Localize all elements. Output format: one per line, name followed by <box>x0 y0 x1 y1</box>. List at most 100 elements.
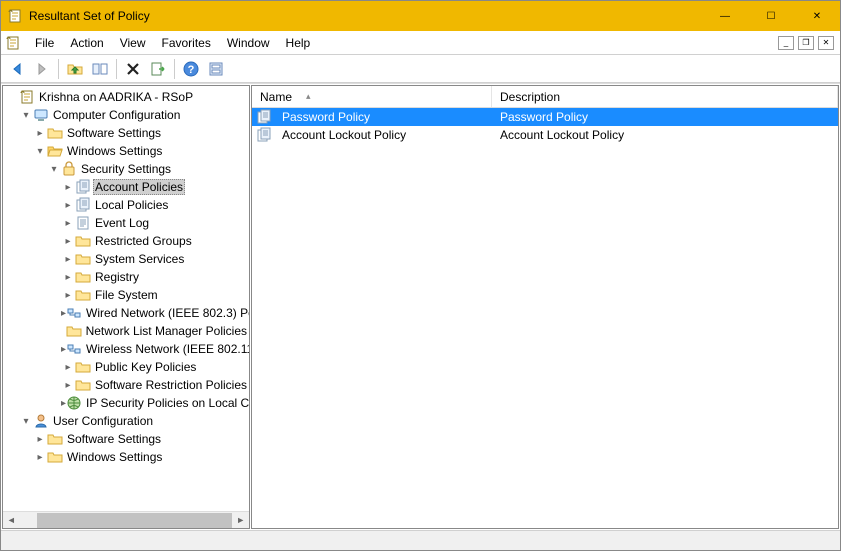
tree-windows-settings[interactable]: ▾ Windows Settings <box>5 142 249 160</box>
tree-computer-configuration[interactable]: ▾ Computer Configuration <box>5 106 249 124</box>
column-label: Description <box>500 90 560 104</box>
tree-ip-security[interactable]: ▸ IP Security Policies on Local Computer <box>5 394 249 412</box>
tree-wired-network[interactable]: ▸ Wired Network (IEEE 802.3) Policies <box>5 304 249 322</box>
tree-label: User Configuration <box>51 414 155 428</box>
tree-network-list-manager[interactable]: Network List Manager Policies <box>5 322 249 340</box>
tree-public-key-policies[interactable]: ▸ Public Key Policies <box>5 358 249 376</box>
tree-label: Windows Settings <box>65 450 164 464</box>
tree-user-configuration[interactable]: ▾ User Configuration <box>5 412 249 430</box>
toolbar-sep <box>58 59 59 79</box>
computer-icon <box>33 107 49 123</box>
folder-icon <box>75 233 91 249</box>
tree-label: Wireless Network (IEEE 802.11) Policies <box>84 342 250 356</box>
twisty-icon[interactable]: ▸ <box>61 272 75 283</box>
policy-icon <box>256 109 272 125</box>
toolbar-sep <box>174 59 175 79</box>
nav-back-button[interactable] <box>5 57 29 81</box>
folder-icon <box>47 449 63 465</box>
tree-restricted-groups[interactable]: ▸ Restricted Groups <box>5 232 249 250</box>
tree-software-settings[interactable]: ▸ Software Settings <box>5 124 249 142</box>
tree-event-log[interactable]: ▸ Event Log <box>5 214 249 232</box>
column-name[interactable]: Name <box>252 86 492 107</box>
scroll-left-icon[interactable]: ◄ <box>3 512 20 529</box>
tree-label: Krishna on AADRIKA - RSoP <box>37 90 195 104</box>
twisty-icon[interactable]: ▸ <box>61 290 75 301</box>
menu-help[interactable]: Help <box>278 33 319 53</box>
folder-icon <box>75 251 91 267</box>
tree-pane[interactable]: Krishna on AADRIKA - RSoP ▾ Computer Con… <box>2 85 250 529</box>
tree-horizontal-scrollbar[interactable]: ◄ ► <box>3 511 249 528</box>
tree-label: Security Settings <box>79 162 173 176</box>
list-pane: Name Description Password Policy Passwor… <box>251 85 839 529</box>
twisty-icon[interactable]: ▸ <box>61 218 75 229</box>
tree-user-windows-settings[interactable]: ▸ Windows Settings <box>5 448 249 466</box>
twisty-icon[interactable]: ▸ <box>61 362 75 373</box>
twisty-icon[interactable]: ▾ <box>47 164 61 175</box>
column-description[interactable]: Description <box>492 86 838 107</box>
twisty-icon[interactable]: ▸ <box>61 200 75 211</box>
policy-icon <box>75 197 91 213</box>
menu-action[interactable]: Action <box>62 33 111 53</box>
twisty-icon[interactable]: ▸ <box>61 182 75 193</box>
nav-forward-button[interactable] <box>30 57 54 81</box>
cell-name: Password Policy <box>274 110 492 124</box>
twisty-icon[interactable]: ▸ <box>33 128 47 139</box>
mdi-restore[interactable]: ❐ <box>798 36 814 50</box>
twisty-icon[interactable]: ▸ <box>61 380 75 391</box>
maximize-button[interactable]: ☐ <box>748 1 794 31</box>
folder-icon <box>75 269 91 285</box>
cell-name: Account Lockout Policy <box>274 128 492 142</box>
folder-icon <box>75 377 91 393</box>
help-button[interactable] <box>179 57 203 81</box>
up-one-level-button[interactable] <box>63 57 87 81</box>
twisty-icon[interactable]: ▾ <box>19 110 33 121</box>
list-row-password-policy[interactable]: Password Policy Password Policy <box>252 108 838 126</box>
menu-window[interactable]: Window <box>219 33 278 53</box>
tree-file-system[interactable]: ▸ File System <box>5 286 249 304</box>
list-rows: Password Policy Password Policy Account … <box>252 108 838 528</box>
tree-software-restriction[interactable]: ▸ Software Restriction Policies <box>5 376 249 394</box>
tree-label: Software Restriction Policies <box>93 378 249 392</box>
menubar-icon <box>5 35 21 51</box>
twisty-icon[interactable]: ▸ <box>61 236 75 247</box>
folder-icon <box>75 359 91 375</box>
scroll-right-icon[interactable]: ► <box>232 512 249 529</box>
twisty-icon[interactable]: ▸ <box>33 452 47 463</box>
tree-label: Public Key Policies <box>93 360 198 374</box>
mdi-minimize[interactable]: _ <box>778 36 794 50</box>
menu-favorites[interactable]: Favorites <box>154 33 219 53</box>
mdi-close[interactable]: ✕ <box>818 36 834 50</box>
delete-button[interactable] <box>121 57 145 81</box>
list-row-account-lockout-policy[interactable]: Account Lockout Policy Account Lockout P… <box>252 126 838 144</box>
tree-label: Event Log <box>93 216 151 230</box>
properties-button[interactable] <box>204 57 228 81</box>
show-hide-tree-button[interactable] <box>88 57 112 81</box>
tree-registry[interactable]: ▸ Registry <box>5 268 249 286</box>
twisty-icon[interactable]: ▾ <box>19 416 33 427</box>
tree-security-settings[interactable]: ▾ Security Settings <box>5 160 249 178</box>
folder-icon <box>75 287 91 303</box>
status-bar <box>1 530 840 550</box>
scroll-thumb[interactable] <box>37 513 233 528</box>
tree-local-policies[interactable]: ▸ Local Policies <box>5 196 249 214</box>
tree-user-software-settings[interactable]: ▸ Software Settings <box>5 430 249 448</box>
tree-label: Restricted Groups <box>93 234 194 248</box>
window-title: Resultant Set of Policy <box>29 9 702 23</box>
twisty-icon[interactable]: ▾ <box>33 146 47 157</box>
twisty-icon[interactable]: ▸ <box>61 254 75 265</box>
minimize-button[interactable]: — <box>702 1 748 31</box>
tree-label: IP Security Policies on Local Computer <box>84 396 250 410</box>
user-icon <box>33 413 49 429</box>
tree-wireless-network[interactable]: ▸ Wireless Network (IEEE 802.11) Policie… <box>5 340 249 358</box>
export-list-button[interactable] <box>146 57 170 81</box>
twisty-icon[interactable]: ▸ <box>33 434 47 445</box>
menu-view[interactable]: View <box>112 33 154 53</box>
menu-file[interactable]: File <box>27 33 62 53</box>
tree-label: System Services <box>93 252 186 266</box>
tree-root[interactable]: Krishna on AADRIKA - RSoP <box>5 88 249 106</box>
tree-account-policies[interactable]: ▸ Account Policies <box>5 178 249 196</box>
mdi-controls: _ ❐ ✕ <box>778 36 840 50</box>
tree-label: File System <box>93 288 160 302</box>
close-button[interactable]: ✕ <box>794 1 840 31</box>
tree-system-services[interactable]: ▸ System Services <box>5 250 249 268</box>
